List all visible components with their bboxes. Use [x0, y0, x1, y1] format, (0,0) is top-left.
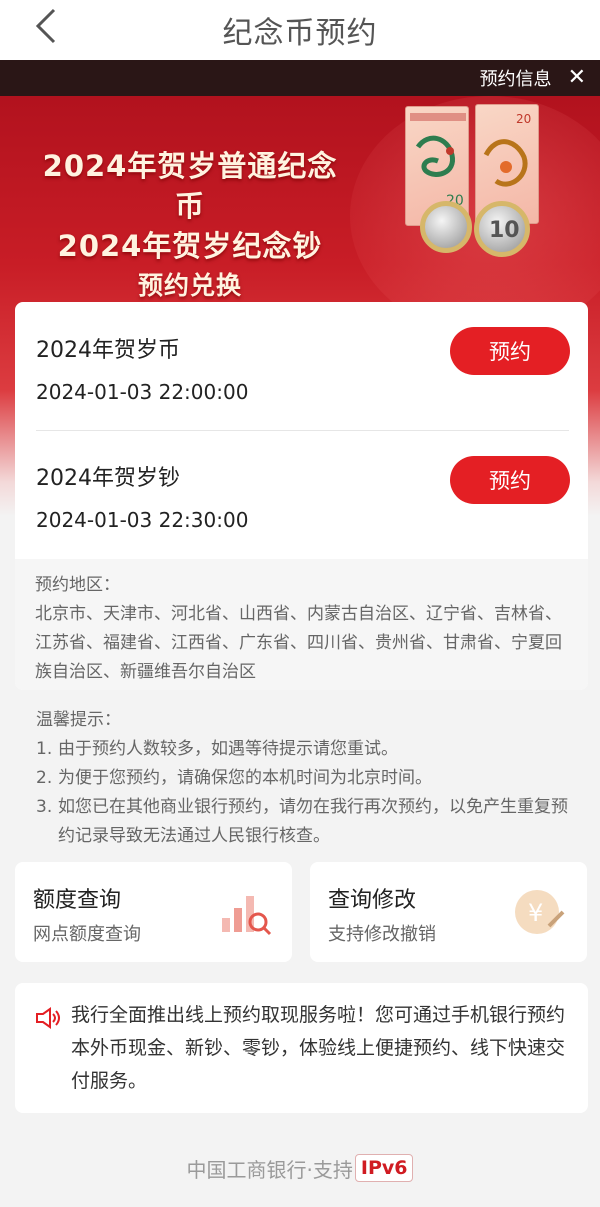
tip-item: 2. 为便于您预约，请确保您的本机时间为北京时间。: [36, 764, 584, 793]
modify-query-subtitle: 支持修改撤销: [328, 924, 436, 945]
speaker-icon: [36, 1007, 60, 1029]
service-notice: 我行全面推出线上预约取现服务啦！您可通过手机银行预约本外币现金、新钞、零钞，体验…: [15, 983, 588, 1113]
tip-item: 3. 如您已在其他商业银行预约，请勿在我行再次预约，以免产生重复预约记录导致无法…: [36, 793, 584, 851]
reservation-item-time: 2024-01-03 22:00:00: [36, 380, 249, 404]
tip-number: 2.: [36, 768, 53, 788]
commemorative-coin: [420, 201, 472, 253]
quota-chart-search-icon: [222, 896, 272, 936]
reservation-item-time: 2024-01-03 22:30:00: [36, 508, 249, 532]
tip-number: 3.: [36, 797, 53, 817]
quota-query-card[interactable]: 额度查询 网点额度查询: [15, 862, 292, 962]
tip-item: 1. 由于预约人数较多，如遇等待提示请您重试。: [36, 735, 584, 764]
quota-query-title: 额度查询: [33, 888, 122, 913]
tip-number: 1.: [36, 739, 53, 759]
ipv6-badge: IPv6: [354, 1154, 414, 1182]
svg-text:10: 10: [489, 218, 520, 243]
reservation-info-link[interactable]: 预约信息: [480, 65, 552, 91]
close-icon[interactable]: ✕: [568, 67, 586, 89]
coin-face: 10: [489, 218, 520, 243]
reserve-coin-button[interactable]: 预约: [450, 327, 570, 375]
region-list: 北京市、天津市、河北省、山西省、内蒙古自治区、辽宁省、吉林省、江苏省、福建省、江…: [35, 604, 562, 682]
quota-query-subtitle: 网点额度查询: [33, 924, 141, 945]
notice-text: 我行全面推出线上预约取现服务啦！您可通过手机银行预约本外币现金、新钞、零钞，体验…: [71, 1004, 566, 1092]
region-title: 预约地区：: [35, 575, 120, 595]
reserve-note-button[interactable]: 预约: [450, 456, 570, 504]
warm-tips: 温馨提示： 1. 由于预约人数较多，如遇等待提示请您重试。 2. 为便于您预约，…: [36, 706, 584, 851]
divider: [36, 430, 569, 431]
banner-headline: 2024年贺岁普通纪念币 2024年贺岁纪念钞 预约兑换: [30, 146, 350, 306]
yuan-coin-edit-icon: ¥: [515, 890, 565, 934]
reservation-info-bar: 预约信息 ✕: [0, 60, 600, 96]
tip-text: 如您已在其他商业银行预约，请勿在我行再次预约，以免产生重复预约记录导致无法通过人…: [58, 797, 568, 846]
tip-text: 由于预约人数较多，如遇等待提示请您重试。: [58, 739, 398, 759]
reservation-region: 预约地区： 北京市、天津市、河北省、山西省、内蒙古自治区、辽宁省、吉林省、江苏省…: [15, 559, 588, 690]
footer-text: 中国工商银行·支持: [186, 1157, 353, 1182]
chevron-left-icon[interactable]: [30, 6, 66, 46]
reservation-card: 2024年贺岁币 2024-01-03 22:00:00 预约 2024年贺岁钞…: [15, 302, 588, 690]
banner-line-2: 2024年贺岁纪念钞: [57, 229, 323, 263]
tip-text: 为便于您预约，请确保您的本机时间为北京时间。: [58, 768, 432, 788]
svg-text:20: 20: [516, 112, 531, 126]
banner-line-1: 2024年贺岁普通纪念币: [42, 149, 338, 223]
ten-yuan-coin: 10: [474, 201, 530, 257]
banner-line-3: 预约兑换: [137, 271, 242, 300]
tips-title: 温馨提示：: [36, 710, 121, 730]
modify-query-card[interactable]: 查询修改 支持修改撤销 ¥: [310, 862, 587, 962]
svg-text:¥: ¥: [528, 899, 543, 927]
top-nav-bar: 纪念币预约: [0, 0, 600, 60]
modify-query-title: 查询修改: [328, 888, 417, 913]
footer: 中国工商银行·支持 IPv6: [0, 1150, 600, 1186]
page-title: 纪念币预约: [222, 16, 378, 51]
